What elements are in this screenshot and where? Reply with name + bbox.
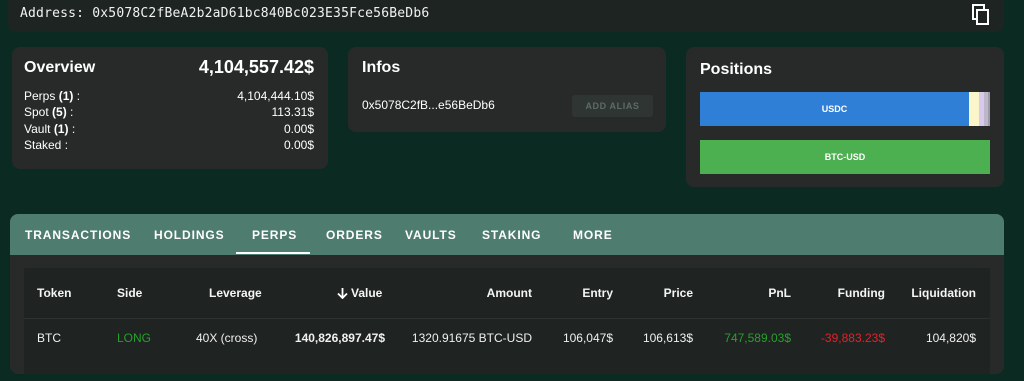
overview-row-value: 113.31$	[271, 105, 315, 119]
cell-value: 140,826,897.47$	[294, 331, 385, 345]
tab-orders[interactable]: ORDERS	[326, 228, 383, 242]
positions-card: Positions USDC BTC-USD	[686, 47, 1004, 187]
copy-icon[interactable]	[972, 4, 990, 26]
perps-table: Token Side Leverage Value Amount Entry P…	[24, 268, 990, 374]
overview-row-label: Perps	[24, 89, 56, 103]
tab-bar: TRANSACTIONS HOLDINGS PERPS ORDERS VAULT…	[10, 214, 1004, 255]
position-bar-usdc[interactable]: USDC	[700, 92, 990, 126]
overview-row-spot: Spot (5) : 113.31$	[24, 105, 315, 119]
portfolio-panel: TRANSACTIONS HOLDINGS PERPS ORDERS VAULT…	[10, 214, 1004, 374]
column-header-side[interactable]: Side	[117, 286, 142, 300]
address-label: Address:	[20, 6, 85, 21]
column-header-funding[interactable]: Funding	[838, 286, 885, 300]
column-header-value[interactable]: Value	[337, 286, 382, 300]
address-value: 0x5078C2fBeA2b2aD61bc840Bc023E35Fce56BeD…	[92, 6, 430, 21]
cell-side: LONG	[117, 331, 152, 345]
active-tab-indicator	[236, 252, 310, 254]
tab-vaults[interactable]: VAULTS	[405, 228, 457, 242]
column-header-token[interactable]: Token	[37, 286, 71, 300]
column-header-amount[interactable]: Amount	[487, 286, 532, 300]
overview-row-perps: Perps (1) : 4,104,444.10$	[24, 89, 314, 103]
tab-perps[interactable]: PERPS	[252, 228, 297, 242]
position-bar-label: BTC-USD	[824, 152, 866, 162]
column-header-leverage[interactable]: Leverage	[209, 286, 262, 300]
position-bar-segment	[988, 92, 990, 126]
address-line: Address: 0x5078C2fBeA2b2aD61bc840Bc023E3…	[20, 6, 429, 21]
column-header-price[interactable]: Price	[664, 286, 693, 300]
overview-row-count: (1)	[53, 122, 69, 136]
tab-holdings[interactable]: HOLDINGS	[154, 228, 225, 242]
column-header-liquidation[interactable]: Liquidation	[911, 286, 976, 300]
overview-row-label: Staked	[24, 138, 62, 152]
cell-leverage: 40X (cross)	[196, 331, 258, 345]
overview-row-count: (5)	[52, 105, 67, 119]
overview-row-label: Vault	[24, 122, 51, 136]
cell-pnl: 747,589.03$	[724, 331, 791, 345]
infos-title: Infos	[362, 59, 401, 76]
cell-liquidation: 104,820$	[925, 331, 976, 345]
overview-title: Overview	[24, 59, 96, 76]
column-header-label: Value	[351, 286, 383, 300]
overview-row-count: (1)	[58, 89, 74, 103]
position-bar-btc-usd[interactable]: BTC-USD	[700, 140, 990, 174]
arrow-down-icon	[337, 288, 348, 300]
column-header-entry[interactable]: Entry	[582, 286, 613, 300]
overview-total: 4,104,557.42$	[198, 57, 314, 77]
cell-funding: -39,883.23$	[820, 331, 885, 345]
overview-row-value: 0.00$	[283, 138, 314, 152]
position-bar-segment	[969, 92, 979, 126]
cell-amount: 1320.91675 BTC-USD	[411, 331, 532, 345]
tab-more[interactable]: MORE	[573, 228, 613, 242]
header-divider	[24, 318, 990, 319]
cell-entry: 106,047$	[562, 331, 613, 345]
overview-row-label: Spot	[24, 105, 49, 119]
overview-row-vault: Vault (1) : 0.00$	[24, 122, 314, 136]
overview-row-staked: Staked : 0.00$	[24, 138, 314, 152]
column-header-pnl[interactable]: PnL	[768, 286, 791, 300]
cell-token[interactable]: BTC	[37, 331, 61, 345]
address-bar: Address: 0x5078C2fBeA2b2aD61bc840Bc023E3…	[8, 0, 1004, 32]
tab-transactions[interactable]: TRANSACTIONS	[25, 228, 131, 242]
overview-card: Overview 4,104,557.42$ Perps (1) : 4,104…	[12, 47, 328, 169]
position-bar-label: USDC	[700, 92, 969, 126]
add-alias-button[interactable]: ADD ALIAS	[572, 95, 653, 117]
overview-row-value: 4,104,444.10$	[237, 89, 314, 103]
cell-price: 106,613$	[642, 331, 693, 345]
positions-title: Positions	[700, 61, 773, 78]
short-address: 0x5078C2fB...e56BeDb6	[362, 98, 495, 112]
overview-row-value: 0.00$	[283, 122, 314, 136]
infos-card: Infos 0x5078C2fB...e56BeDb6 ADD ALIAS	[348, 47, 666, 132]
tab-staking[interactable]: STAKING	[482, 228, 541, 242]
